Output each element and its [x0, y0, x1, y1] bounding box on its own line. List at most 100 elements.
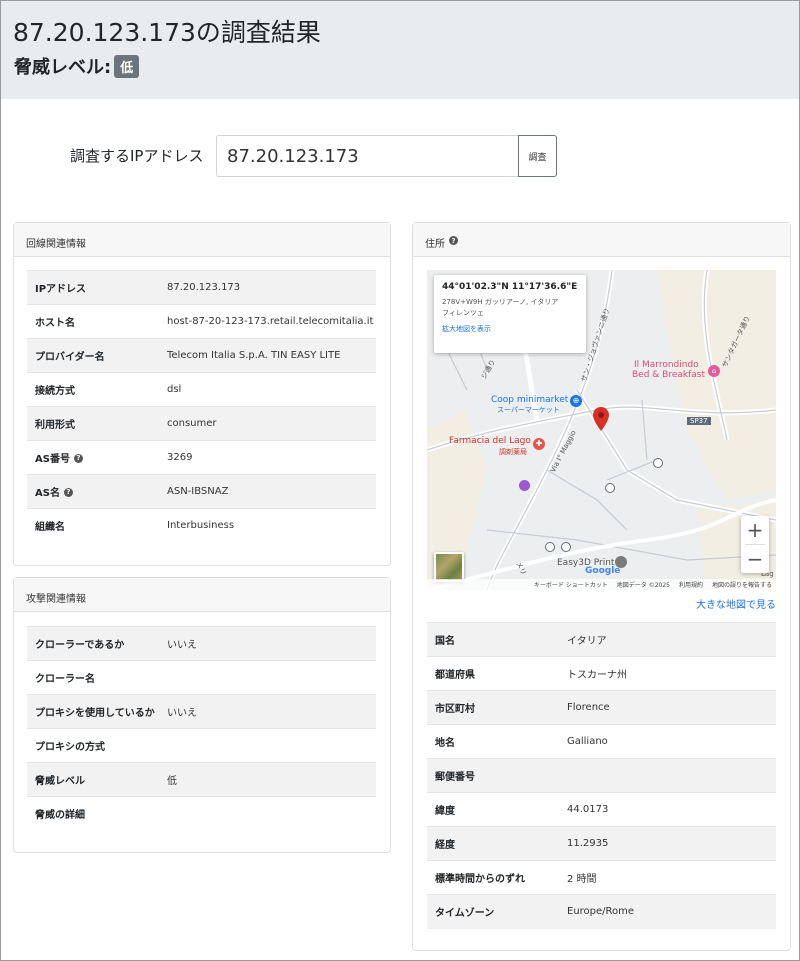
- row-key-wrap: 郵便番号: [435, 768, 475, 783]
- row-key-cell: プロバイダー名: [27, 338, 167, 373]
- row-key-cell: 市区町村: [427, 690, 567, 725]
- row-key-wrap: 緯度: [435, 802, 455, 817]
- hotel-icon[interactable]: ⌂: [708, 365, 720, 377]
- row-key-wrap: 接続方式: [35, 382, 75, 397]
- row-value: [167, 796, 376, 831]
- row-key: クローラーであるか: [35, 640, 125, 651]
- map-label-marrondindo-1[interactable]: Il Marrondindo: [634, 360, 699, 370]
- row-value: Europe/Rome: [567, 894, 776, 929]
- row-key: クローラー名: [35, 674, 95, 685]
- row-key-wrap: 国名: [435, 632, 455, 647]
- map-info-coords: 44°01'02.3"N 11°17'36.6"E: [442, 282, 578, 292]
- address-info-table: 国名 イタリア都道府県 トスカーナ州 市区町村 Florence 地名 Galliano 郵便…: [427, 622, 776, 929]
- row-key-wrap: 組織名: [35, 518, 65, 533]
- help-icon[interactable]: ?: [63, 487, 73, 497]
- row-key: ホスト名: [35, 318, 75, 329]
- bus-stop-icon: [561, 542, 571, 552]
- row-value: dsl: [167, 372, 376, 407]
- search-button[interactable]: 調査: [518, 135, 557, 177]
- row-key: 脅威の詳細: [35, 810, 85, 822]
- table-row: ホスト名 host-87-20-123-173.retail.telecomita…: [27, 304, 376, 339]
- search-label: 調査するIPアドレス: [70, 147, 204, 165]
- row-key: タイムゾーン: [435, 908, 495, 920]
- help-icon[interactable]: ?: [449, 236, 458, 245]
- row-key-cell: 利用形式: [27, 406, 167, 441]
- map-info-address-2: フィレンツェ: [442, 309, 484, 317]
- larger-map-link[interactable]: 大きな地図で見る: [696, 596, 776, 611]
- row-value: [167, 728, 376, 763]
- map-footer-shortcuts[interactable]: キーボード ショートカット: [534, 580, 608, 589]
- row-value: [567, 758, 776, 793]
- table-row: IPアドレス 87.20.123.173: [27, 270, 376, 305]
- row-value: 低: [167, 762, 376, 797]
- row-value: 11.2935: [567, 826, 776, 861]
- row-key: 緯度: [435, 806, 455, 817]
- shopping-cart-icon[interactable]: ⊕: [570, 395, 582, 407]
- bus-stop-icon: [605, 483, 615, 493]
- ip-search-input[interactable]: [216, 135, 519, 177]
- pharmacy-icon[interactable]: ✚: [533, 438, 545, 450]
- row-key-cell: 地名: [427, 724, 567, 759]
- map-footer: キーボード ショートカット 地図データ ©2025 利用規約 地図の誤りを報告す…: [427, 579, 776, 590]
- row-value: ASN-IBSNAZ: [167, 474, 376, 509]
- location-pin-icon[interactable]: [593, 407, 609, 431]
- table-row: 市区町村 Florence: [427, 690, 776, 725]
- row-key: 国名: [435, 636, 455, 647]
- row-key: 市区町村: [435, 704, 475, 715]
- row-value: イタリア: [567, 622, 776, 657]
- zoom-in-button[interactable]: +: [741, 516, 769, 544]
- row-key: 標準時間からのずれ: [435, 874, 525, 885]
- row-key-wrap: 都道府県: [435, 666, 475, 681]
- table-row: 脅威の詳細: [27, 796, 376, 831]
- row-key: IPアドレス: [35, 284, 87, 295]
- zoom-control: + −: [741, 516, 769, 573]
- network-info-table: IPアドレス 87.20.123.173 ホスト名 host-87-20-123-17…: [27, 270, 376, 543]
- address-card-header: 住所 ?: [413, 223, 790, 257]
- enlarged-map-link[interactable]: 拡大地図を表示: [442, 324, 578, 334]
- table-row: 脅威レベル 低: [27, 762, 376, 797]
- map-label-farmacia[interactable]: Farmacia del Lago: [449, 436, 531, 446]
- row-key: 地名: [435, 738, 455, 749]
- map-label-coop-sub: スーパーマーケット: [497, 406, 560, 414]
- attack-card-title: 攻撃関連情報: [26, 594, 86, 605]
- row-value: [167, 660, 376, 695]
- row-key-cell: プロキシの方式: [27, 728, 167, 763]
- row-value: 3269: [167, 440, 376, 475]
- row-key-wrap: クローラー名: [35, 670, 95, 685]
- map-label-coop[interactable]: Coop minimarket: [491, 395, 568, 405]
- row-key: プロバイダー名: [35, 352, 105, 363]
- row-key-wrap: プロキシを使用しているか: [35, 704, 155, 719]
- table-row: 地名 Galliano: [427, 724, 776, 759]
- row-key-wrap: クローラーであるか: [35, 636, 124, 651]
- row-value: いいえ: [167, 694, 376, 729]
- row-value: 44.0173: [567, 792, 776, 827]
- help-icon[interactable]: ?: [73, 453, 83, 463]
- row-key-wrap: ホスト名: [35, 314, 75, 329]
- row-key-wrap: IPアドレス: [35, 280, 86, 295]
- row-key-cell: 国名: [427, 622, 567, 657]
- map-info-box: 44°01'02.3"N 11°17'36.6"E 278V+W9H ガッリアー…: [434, 275, 586, 353]
- row-key-wrap: 標準時間からのずれ: [435, 870, 525, 885]
- satellite-view-toggle[interactable]: [434, 552, 464, 582]
- map-label-marrondindo-2: Bed & Breakfast: [632, 370, 706, 380]
- table-row: 緯度 44.0173: [427, 792, 776, 827]
- table-row: 組織名 Interbusiness: [27, 508, 376, 543]
- map-label-farmacia-sub: 調剤薬局: [499, 448, 527, 456]
- map-footer-terms[interactable]: 利用規約: [679, 580, 703, 589]
- row-key: AS番号: [35, 454, 70, 465]
- row-key-cell: クローラー名: [27, 660, 167, 695]
- row-key: 利用形式: [35, 420, 75, 431]
- row-key: 組織名: [35, 522, 65, 534]
- row-key: 経度: [435, 840, 455, 851]
- zoom-out-button[interactable]: −: [741, 545, 769, 573]
- row-key: 都道府県: [435, 670, 475, 681]
- row-key-cell: 都道府県: [427, 656, 567, 691]
- map-footer-report[interactable]: 地図の誤りを報告する: [712, 580, 772, 589]
- row-key-wrap: 利用形式: [35, 416, 75, 431]
- row-value: トスカーナ州: [567, 656, 776, 691]
- table-row: クローラー名: [27, 660, 376, 695]
- row-key: 郵便番号: [435, 772, 475, 783]
- row-key-cell: 標準時間からのずれ: [427, 860, 567, 895]
- row-key: プロキシを使用しているか: [35, 708, 155, 719]
- row-key-cell: 経度: [427, 826, 567, 861]
